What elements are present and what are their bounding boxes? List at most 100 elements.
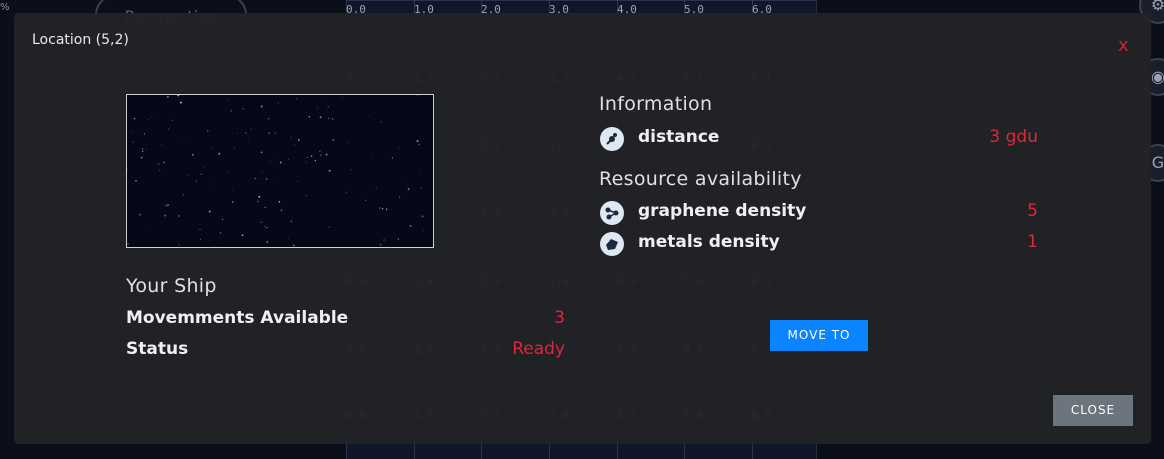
star [230, 110, 232, 112]
star [142, 147, 144, 150]
metals-icon [600, 232, 624, 256]
star [135, 179, 137, 182]
star [260, 151, 263, 153]
corner-indicator: % [0, 2, 10, 13]
star [210, 148, 213, 150]
star [178, 215, 180, 217]
star [368, 115, 370, 117]
star [245, 132, 247, 134]
star [265, 178, 268, 181]
star [399, 196, 401, 198]
star [204, 166, 205, 168]
star [167, 204, 169, 206]
star [178, 244, 180, 246]
distance-icon [600, 127, 624, 151]
star [157, 163, 160, 165]
starfield [127, 95, 424, 247]
star [316, 109, 317, 111]
star [151, 116, 153, 118]
star [270, 161, 272, 163]
graphene-value: 5 [1027, 201, 1038, 221]
star [325, 153, 328, 156]
star [146, 148, 148, 150]
star [313, 153, 315, 154]
star [418, 143, 420, 146]
star [391, 157, 393, 159]
star [421, 215, 424, 218]
star [422, 230, 424, 232]
close-button[interactable]: CLOSE [1053, 395, 1133, 426]
star [216, 246, 218, 247]
star [296, 98, 298, 100]
star [258, 195, 261, 198]
star [257, 200, 260, 203]
star [208, 240, 209, 241]
star [274, 132, 276, 134]
star [265, 226, 268, 229]
star [159, 169, 161, 172]
star [314, 159, 316, 162]
star [365, 199, 367, 201]
movements-value: 3 [554, 308, 565, 328]
star [290, 220, 293, 223]
status-value: Ready [512, 339, 565, 359]
star [241, 234, 244, 237]
star [200, 173, 202, 175]
star [268, 132, 271, 135]
star [179, 101, 182, 104]
star [407, 188, 410, 190]
star [167, 128, 170, 130]
star [293, 144, 295, 146]
star [380, 121, 382, 123]
star [277, 102, 279, 104]
star [267, 118, 270, 120]
star [290, 136, 292, 138]
star [317, 107, 319, 109]
star [242, 108, 244, 110]
star [206, 130, 209, 132]
star [398, 146, 400, 148]
star [308, 116, 311, 118]
star [199, 228, 201, 231]
star [195, 180, 198, 182]
star [276, 179, 278, 181]
close-x-icon[interactable]: x [1118, 35, 1129, 56]
information-heading: Information [599, 93, 713, 115]
star [140, 156, 143, 159]
star [254, 177, 257, 180]
star [328, 169, 331, 172]
distance-label: distance [638, 127, 720, 147]
star [400, 181, 401, 182]
star [350, 169, 352, 171]
star [381, 207, 384, 210]
star [327, 117, 330, 120]
star [262, 171, 263, 173]
star [326, 95, 328, 97]
your-ship-heading: Your Ship [126, 275, 217, 297]
modal-title: Location (5,2) [32, 32, 129, 48]
star [248, 137, 249, 139]
star [148, 119, 149, 120]
star [305, 161, 307, 163]
metals-label: metals density [638, 232, 780, 252]
star [208, 210, 211, 213]
move-to-button[interactable]: MOVE TO [770, 320, 868, 351]
star [262, 178, 263, 179]
star [226, 172, 228, 173]
star [163, 161, 165, 164]
location-modal: Location (5,2) x Information distance 3 … [14, 13, 1151, 444]
star [420, 172, 421, 174]
star [305, 194, 308, 197]
star [372, 157, 373, 158]
star [171, 119, 173, 121]
star [293, 244, 295, 247]
star [297, 139, 300, 141]
star [161, 144, 162, 146]
graphene-label: graphene density [638, 201, 807, 221]
star [320, 154, 322, 157]
star [150, 228, 151, 230]
star [130, 131, 132, 133]
star [127, 242, 129, 245]
star [327, 105, 329, 108]
star [260, 221, 262, 224]
